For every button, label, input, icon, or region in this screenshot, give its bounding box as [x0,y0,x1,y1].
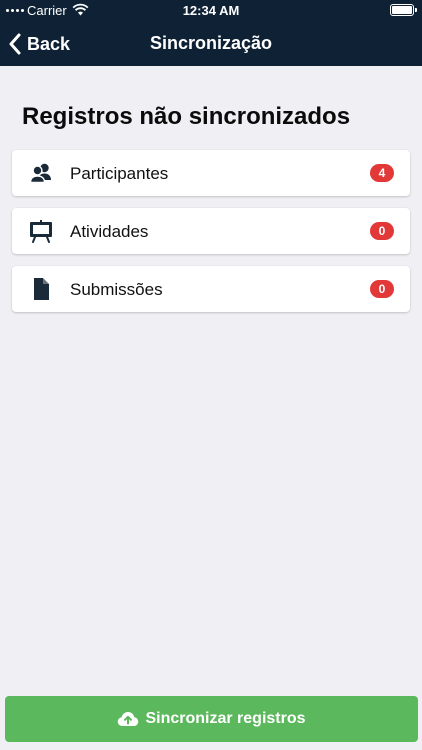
sync-button-label: Sincronizar registros [145,710,306,727]
count-badge: 0 [370,280,394,298]
count-badge: 4 [370,164,394,182]
presentation-board-icon [30,220,52,243]
top-bar: Carrier 12:34 AM Back Sincronização [0,0,422,66]
list-item-label: Submissões [70,280,163,299]
count-badge: 0 [370,222,394,240]
list-item-label: Atividades [70,222,149,241]
sync-records-button[interactable]: Sincronizar registros [5,696,418,742]
navigation-bar: Back Sincronização [0,22,422,66]
list-item-participantes[interactable]: Participantes 4 [12,150,410,196]
status-bar: Carrier 12:34 AM [0,0,422,22]
list-item-atividades[interactable]: Atividades 0 [12,208,410,254]
page-title: Sincronização [149,33,273,53]
battery-icon [390,4,417,16]
section-title: Registros não sincronizados [22,103,351,130]
list-item-submissoes[interactable]: Submissões 0 [12,266,410,312]
document-icon [34,278,49,300]
participants-icon [29,163,51,184]
clock-time: 12:34 AM [182,3,240,18]
cloud-upload-icon [118,712,139,726]
list-item-label: Participantes [70,164,169,183]
